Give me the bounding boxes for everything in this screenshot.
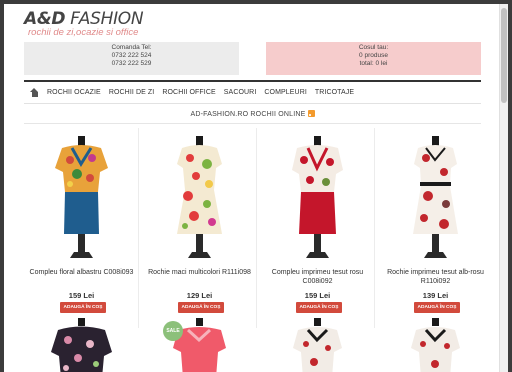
product-price: 129 Lei [186, 291, 213, 300]
cart-products-count: 0 produse [359, 52, 388, 59]
product-name[interactable]: Compleu imprimeu tesut rosu C008i092 [262, 268, 373, 286]
product-image[interactable] [388, 134, 483, 262]
product-price: 159 Lei [304, 291, 331, 300]
product-card: Rochie imprimeu tesut alb-rosu R110i092 … [378, 128, 493, 328]
contact-box: Comanda Tel: 0732 222 524 0732 222 529 [24, 42, 239, 75]
product-card: Compleu floral albastru C008i093 159 Lei… [24, 128, 139, 328]
site-logo[interactable]: A&D FASHION rochii de zi,ocazie si offic… [24, 9, 144, 38]
product-card-partial [34, 318, 149, 372]
vertical-scrollbar[interactable] [499, 4, 508, 372]
section-title-text: AD-FASHION.RO ROCHII ONLINE [190, 111, 306, 118]
product-image[interactable] [388, 318, 483, 372]
product-name[interactable]: Rochie imprimeu tesut alb-rosu R110i092 [380, 268, 491, 286]
nav-item-tricotaje[interactable]: TRICOTAJE [315, 89, 354, 96]
product-price: 159 Lei [68, 291, 95, 300]
nav-item-rochii-office[interactable]: ROCHII OFFICE [162, 89, 215, 96]
product-name[interactable]: Compleu floral albastru C008i093 [26, 268, 137, 277]
product-image[interactable] [34, 134, 129, 262]
sale-badge: SALE [163, 321, 183, 341]
product-image[interactable] [270, 318, 365, 372]
nav-item-compleuri[interactable]: COMPLEURI [264, 89, 307, 96]
add-to-cart-button[interactable]: ADAUGĂ ÎN COȘ [296, 302, 342, 313]
add-to-cart-button[interactable]: ADAUGĂ ÎN COȘ [414, 302, 460, 313]
page: A&D FASHION rochii de zi,ocazie si offic… [24, 4, 488, 372]
contact-phone-1[interactable]: 0732 222 524 [24, 52, 239, 60]
add-to-cart-button[interactable]: ADAUGĂ ÎN COȘ [178, 302, 224, 313]
product-card: Compleu imprimeu tesut rosu C008i092 159… [260, 128, 375, 328]
browser-viewport: A&D FASHION rochii de zi,ocazie si offic… [4, 4, 508, 372]
nav-item-rochii-ocazie[interactable]: ROCHII OCAZIE [47, 89, 101, 96]
contact-label: Comanda Tel: [111, 44, 152, 51]
cart-box[interactable]: Cosul tau: 0 produse total: 0 lei [266, 42, 481, 75]
product-name[interactable]: Rochie maci multicolori R111i098 [144, 268, 255, 277]
contact-phone-2[interactable]: 0732 222 529 [24, 60, 239, 68]
nav-item-sacouri[interactable]: SACOURI [224, 89, 257, 96]
rss-icon[interactable] [307, 110, 315, 117]
add-to-cart-button[interactable]: ADAUGĂ ÎN COȘ [60, 302, 106, 313]
cart-label: Cosul tau: [358, 44, 389, 51]
scrollbar-thumb[interactable] [501, 8, 507, 103]
product-image[interactable] [270, 134, 365, 262]
cart-total: total: 0 lei [359, 60, 388, 67]
brand-name: A&D FASHION [24, 9, 144, 29]
product-card-partial [388, 318, 503, 372]
product-card-partial [270, 318, 385, 372]
nav-item-rochii-de-zi[interactable]: ROCHII DE ZI [109, 89, 155, 96]
section-title: AD-FASHION.RO ROCHII ONLINE [24, 110, 481, 124]
product-image[interactable] [152, 134, 247, 262]
main-nav: ROCHII OCAZIE ROCHII DE ZI ROCHII OFFICE… [24, 80, 481, 104]
product-price: 139 Lei [422, 291, 449, 300]
product-image[interactable] [34, 318, 129, 372]
home-icon[interactable] [30, 88, 39, 97]
brand-tagline: rochii de zi,ocazie si office [28, 27, 139, 38]
product-card: Rochie maci multicolori R111i098 129 Lei… [142, 128, 257, 328]
